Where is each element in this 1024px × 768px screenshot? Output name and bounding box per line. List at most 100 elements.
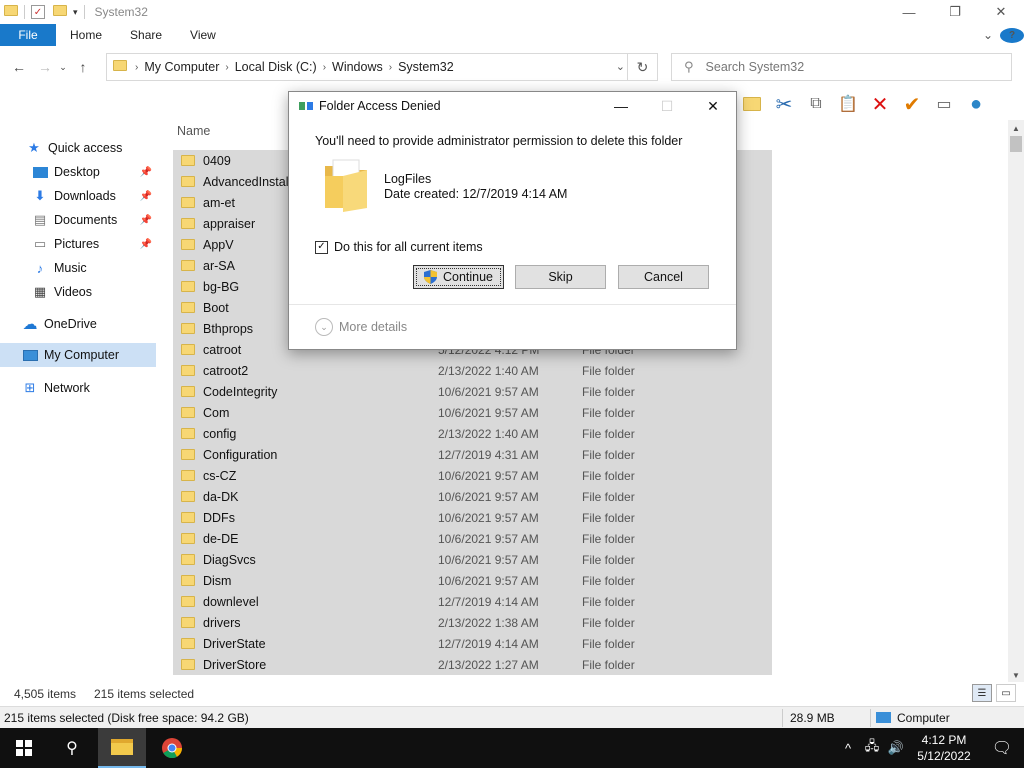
cut-icon[interactable]: ✂ — [770, 90, 798, 118]
globe-icon[interactable]: ● — [962, 90, 990, 118]
paste-icon[interactable]: 📋 — [834, 90, 862, 118]
sidebar-item-pictures[interactable]: ▭ Pictures 📌 — [0, 232, 160, 256]
sidebar-item-label: OneDrive — [44, 317, 97, 331]
folder-icon — [181, 281, 195, 292]
table-row[interactable]: DDFs 10/6/2021 9:57 AM File folder — [173, 507, 772, 528]
tab-file[interactable]: File — [0, 24, 56, 46]
rename-icon[interactable]: ✔ — [898, 90, 926, 118]
file-date: 10/6/2021 9:57 AM — [438, 573, 539, 588]
table-row[interactable]: da-DK 10/6/2021 9:57 AM File folder — [173, 486, 772, 507]
table-row[interactable]: downlevel 12/7/2019 4:14 AM File folder — [173, 591, 772, 612]
table-row[interactable]: Configuration 12/7/2019 4:31 AM File folde… — [173, 444, 772, 465]
table-row[interactable]: Dism 10/6/2021 9:57 AM File folder — [173, 570, 772, 591]
pin-icon[interactable]: 📌 — [140, 239, 152, 250]
clock[interactable]: 4:12 PM 5/12/2022 — [908, 732, 980, 764]
recent-locations-icon[interactable]: ⌄ — [56, 56, 70, 78]
table-row[interactable]: Com 10/6/2021 9:57 AM File folder — [173, 402, 772, 423]
chrome-icon[interactable] — [148, 728, 196, 768]
table-row[interactable]: DiagSvcs 10/6/2021 9:57 AM File folder — [173, 549, 772, 570]
checkbox[interactable]: ✓ — [315, 240, 328, 254]
apply-to-all-checkbox[interactable]: ✓ Do this for all current items — [315, 240, 483, 254]
tab-view[interactable]: View — [176, 24, 230, 46]
notification-icon[interactable]: 🗨 — [980, 738, 1024, 758]
breadcrumb-my-computer[interactable]: My Computer — [138, 60, 225, 74]
table-row[interactable]: DriverStore 2/13/2022 1:27 AM File folder — [173, 654, 772, 675]
sidebar-item-downloads[interactable]: ⬇ Downloads 📌 — [0, 184, 160, 208]
breadcrumb-windows[interactable]: Windows — [326, 60, 389, 74]
start-button[interactable] — [0, 728, 48, 768]
table-row[interactable]: DriverState 12/7/2019 4:14 AM File folder — [173, 633, 772, 654]
table-row[interactable]: catroot2 2/13/2022 1:40 AM File folder — [173, 360, 772, 381]
sidebar-item-desktop[interactable]: Desktop 📌 — [0, 160, 160, 184]
sidebar-item-my-computer[interactable]: My Computer — [0, 343, 156, 367]
more-details-toggle[interactable]: ⌄ More details — [315, 318, 407, 336]
chevron-up-icon[interactable]: ^ — [836, 741, 860, 756]
pin-icon[interactable]: 📌 — [140, 191, 152, 202]
windows-logo-icon — [16, 740, 32, 756]
network-icon[interactable]: 🖧 — [860, 737, 884, 759]
table-row[interactable]: cs-CZ 10/6/2021 9:57 AM File folder — [173, 465, 772, 486]
minimize-button[interactable]: — — [598, 92, 644, 120]
maximize-button[interactable]: ❐ — [932, 0, 978, 24]
sidebar-item-music[interactable]: ♪ Music — [0, 256, 160, 280]
minimize-button[interactable]: — — [886, 0, 932, 24]
tab-home[interactable]: Home — [56, 24, 116, 46]
file-name: drivers — [203, 615, 241, 630]
table-row[interactable]: de-DE 10/6/2021 9:57 AM File folder — [173, 528, 772, 549]
sidebar-item-network[interactable]: ⊞ Network — [0, 376, 160, 400]
breadcrumb-system32[interactable]: System32 — [392, 60, 460, 74]
folder-icon — [181, 596, 195, 607]
search-input[interactable] — [705, 60, 986, 74]
window-controls: — ❐ ✕ — [886, 0, 1024, 24]
address-bar[interactable]: › My Computer › Local Disk (C:) › Window… — [106, 53, 658, 81]
file-explorer-icon[interactable] — [98, 728, 146, 768]
cancel-button[interactable]: Cancel — [618, 265, 709, 289]
ribbon-right: ⌄ ? — [976, 24, 1024, 46]
new-folder-icon[interactable] — [53, 5, 67, 19]
breadcrumb-local-disk[interactable]: Local Disk (C:) — [229, 60, 323, 74]
column-header-name[interactable]: Name — [177, 124, 210, 138]
folder-icon — [181, 155, 195, 166]
file-date: 2/13/2022 1:38 AM — [438, 615, 539, 630]
tab-share[interactable]: Share — [116, 24, 176, 46]
divider — [24, 5, 25, 19]
scroll-down-icon[interactable]: ▼ — [1012, 671, 1020, 680]
scroll-thumb[interactable] — [1010, 136, 1022, 152]
table-row[interactable]: config 2/13/2022 1:40 AM File folder — [173, 423, 772, 444]
forward-arrow-icon[interactable]: → — [34, 56, 56, 78]
delete-icon[interactable]: ✕ — [866, 90, 894, 118]
sidebar-item-quick-access[interactable]: ★ Quick access — [0, 136, 160, 160]
skip-button[interactable]: Skip — [515, 265, 606, 289]
scroll-up-icon[interactable]: ▲ — [1012, 124, 1020, 133]
properties-icon[interactable]: ✓ — [31, 5, 45, 19]
customize-qat-icon[interactable]: ▾ — [73, 7, 78, 18]
table-row[interactable]: drivers 2/13/2022 1:38 AM File folder — [173, 612, 772, 633]
sidebar-item-videos[interactable]: ▦ Videos — [0, 280, 160, 304]
copy-icon[interactable]: ⧉ — [802, 90, 830, 118]
help-icon[interactable]: ? — [1000, 27, 1024, 43]
pin-icon[interactable]: 📌 — [140, 215, 152, 226]
folder-icon — [181, 407, 195, 418]
properties-icon[interactable]: ▭ — [930, 90, 958, 118]
continue-button[interactable]: Continue — [413, 265, 504, 289]
sidebar-item-onedrive[interactable]: ☁ OneDrive — [0, 312, 160, 336]
dialog-title-bar[interactable]: Folder Access Denied — ☐ ✕ — [289, 92, 736, 120]
refresh-icon[interactable]: ↻ — [627, 54, 657, 80]
chevron-down-icon[interactable]: ⌄ — [616, 60, 625, 73]
table-row[interactable]: CodeIntegrity 10/6/2021 9:57 AM File folde… — [173, 381, 772, 402]
pin-icon[interactable]: 📌 — [140, 167, 152, 178]
details-view-icon[interactable]: ☰ — [972, 684, 992, 702]
search-box[interactable]: ⚲ — [671, 53, 1012, 81]
search-icon[interactable]: ⚲ — [48, 728, 96, 768]
close-button[interactable]: ✕ — [978, 0, 1024, 24]
volume-icon[interactable]: 🔊 — [884, 740, 908, 756]
close-button[interactable]: ✕ — [690, 92, 736, 120]
file-name: de-DE — [203, 531, 239, 546]
vertical-scrollbar[interactable]: ▲ ▼ — [1008, 120, 1024, 682]
up-arrow-icon[interactable]: ↑ — [72, 56, 94, 78]
back-arrow-icon[interactable]: ← — [8, 56, 30, 78]
sidebar-item-documents[interactable]: ▤ Documents 📌 — [0, 208, 160, 232]
large-icons-view-icon[interactable]: ▭ — [996, 684, 1016, 702]
new-folder-icon[interactable] — [738, 90, 766, 118]
expand-ribbon-icon[interactable]: ⌄ — [976, 28, 1000, 42]
